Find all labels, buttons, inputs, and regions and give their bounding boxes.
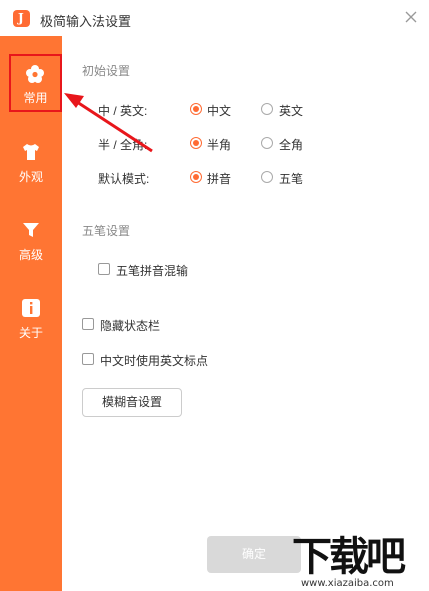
sidebar: 常用 外观 高级 关于 xyxy=(0,36,62,591)
sidebar-item-label: 常用 xyxy=(23,91,48,105)
fuzzy-pinyin-button[interactable]: 模糊音设置 xyxy=(82,388,182,417)
checkbox-label: 中文时使用英文标点 xyxy=(100,354,209,368)
close-icon xyxy=(405,11,417,23)
row-label-width: 半 / 全角: xyxy=(98,138,148,152)
section-title-initial: 初始设置 xyxy=(82,64,131,78)
ok-button[interactable]: 确定 xyxy=(207,536,301,573)
english-punct-checkbox[interactable] xyxy=(82,353,94,365)
radio-english[interactable] xyxy=(261,103,273,115)
radio-label: 半角 xyxy=(207,138,232,152)
sidebar-item-appearance[interactable]: 外观 xyxy=(0,132,62,190)
radio-label: 中文 xyxy=(207,104,232,118)
radio-label: 全角 xyxy=(279,138,304,152)
sidebar-item-about[interactable]: 关于 xyxy=(0,288,62,346)
close-button[interactable] xyxy=(403,9,419,25)
radio-half-width[interactable] xyxy=(190,137,202,149)
sidebar-item-label: 高级 xyxy=(18,248,43,262)
app-logo: J xyxy=(13,10,30,27)
title-bar: J 极简输入法设置 xyxy=(0,0,429,36)
annotation-arrow-icon xyxy=(64,93,153,153)
watermark: 下载吧 www.xiazaiba.com xyxy=(292,534,429,591)
radio-label: 五笔 xyxy=(279,172,304,186)
radio-label: 英文 xyxy=(279,104,304,118)
radio-full-width[interactable] xyxy=(261,137,273,149)
watermark-url: www.xiazaiba.com xyxy=(301,578,394,589)
radio-wubi[interactable] xyxy=(261,171,273,183)
section-title-wubi: 五笔设置 xyxy=(82,224,131,238)
info-icon xyxy=(22,299,40,317)
checkbox-label: 隐藏状态栏 xyxy=(100,319,161,333)
flower-icon xyxy=(26,65,44,83)
funnel-icon xyxy=(23,223,39,237)
window-title: 极简输入法设置 xyxy=(40,14,132,29)
sidebar-item-general[interactable]: 常用 xyxy=(9,54,62,112)
sidebar-item-label: 外观 xyxy=(18,170,43,184)
radio-chinese[interactable] xyxy=(190,103,202,115)
checkbox-label: 五笔拼音混输 xyxy=(116,264,189,278)
radio-pinyin[interactable] xyxy=(190,171,202,183)
mixed-input-checkbox[interactable] xyxy=(98,263,110,275)
row-label-language: 中 / 英文: xyxy=(98,104,148,118)
radio-label: 拼音 xyxy=(207,172,232,186)
shirt-icon xyxy=(23,144,39,160)
sidebar-item-label: 关于 xyxy=(18,326,43,340)
row-label-mode: 默认模式: xyxy=(98,172,150,186)
sidebar-item-advanced[interactable]: 高级 xyxy=(0,210,62,268)
hide-statusbar-checkbox[interactable] xyxy=(82,318,94,330)
watermark-logo: 下载吧 xyxy=(292,534,406,580)
